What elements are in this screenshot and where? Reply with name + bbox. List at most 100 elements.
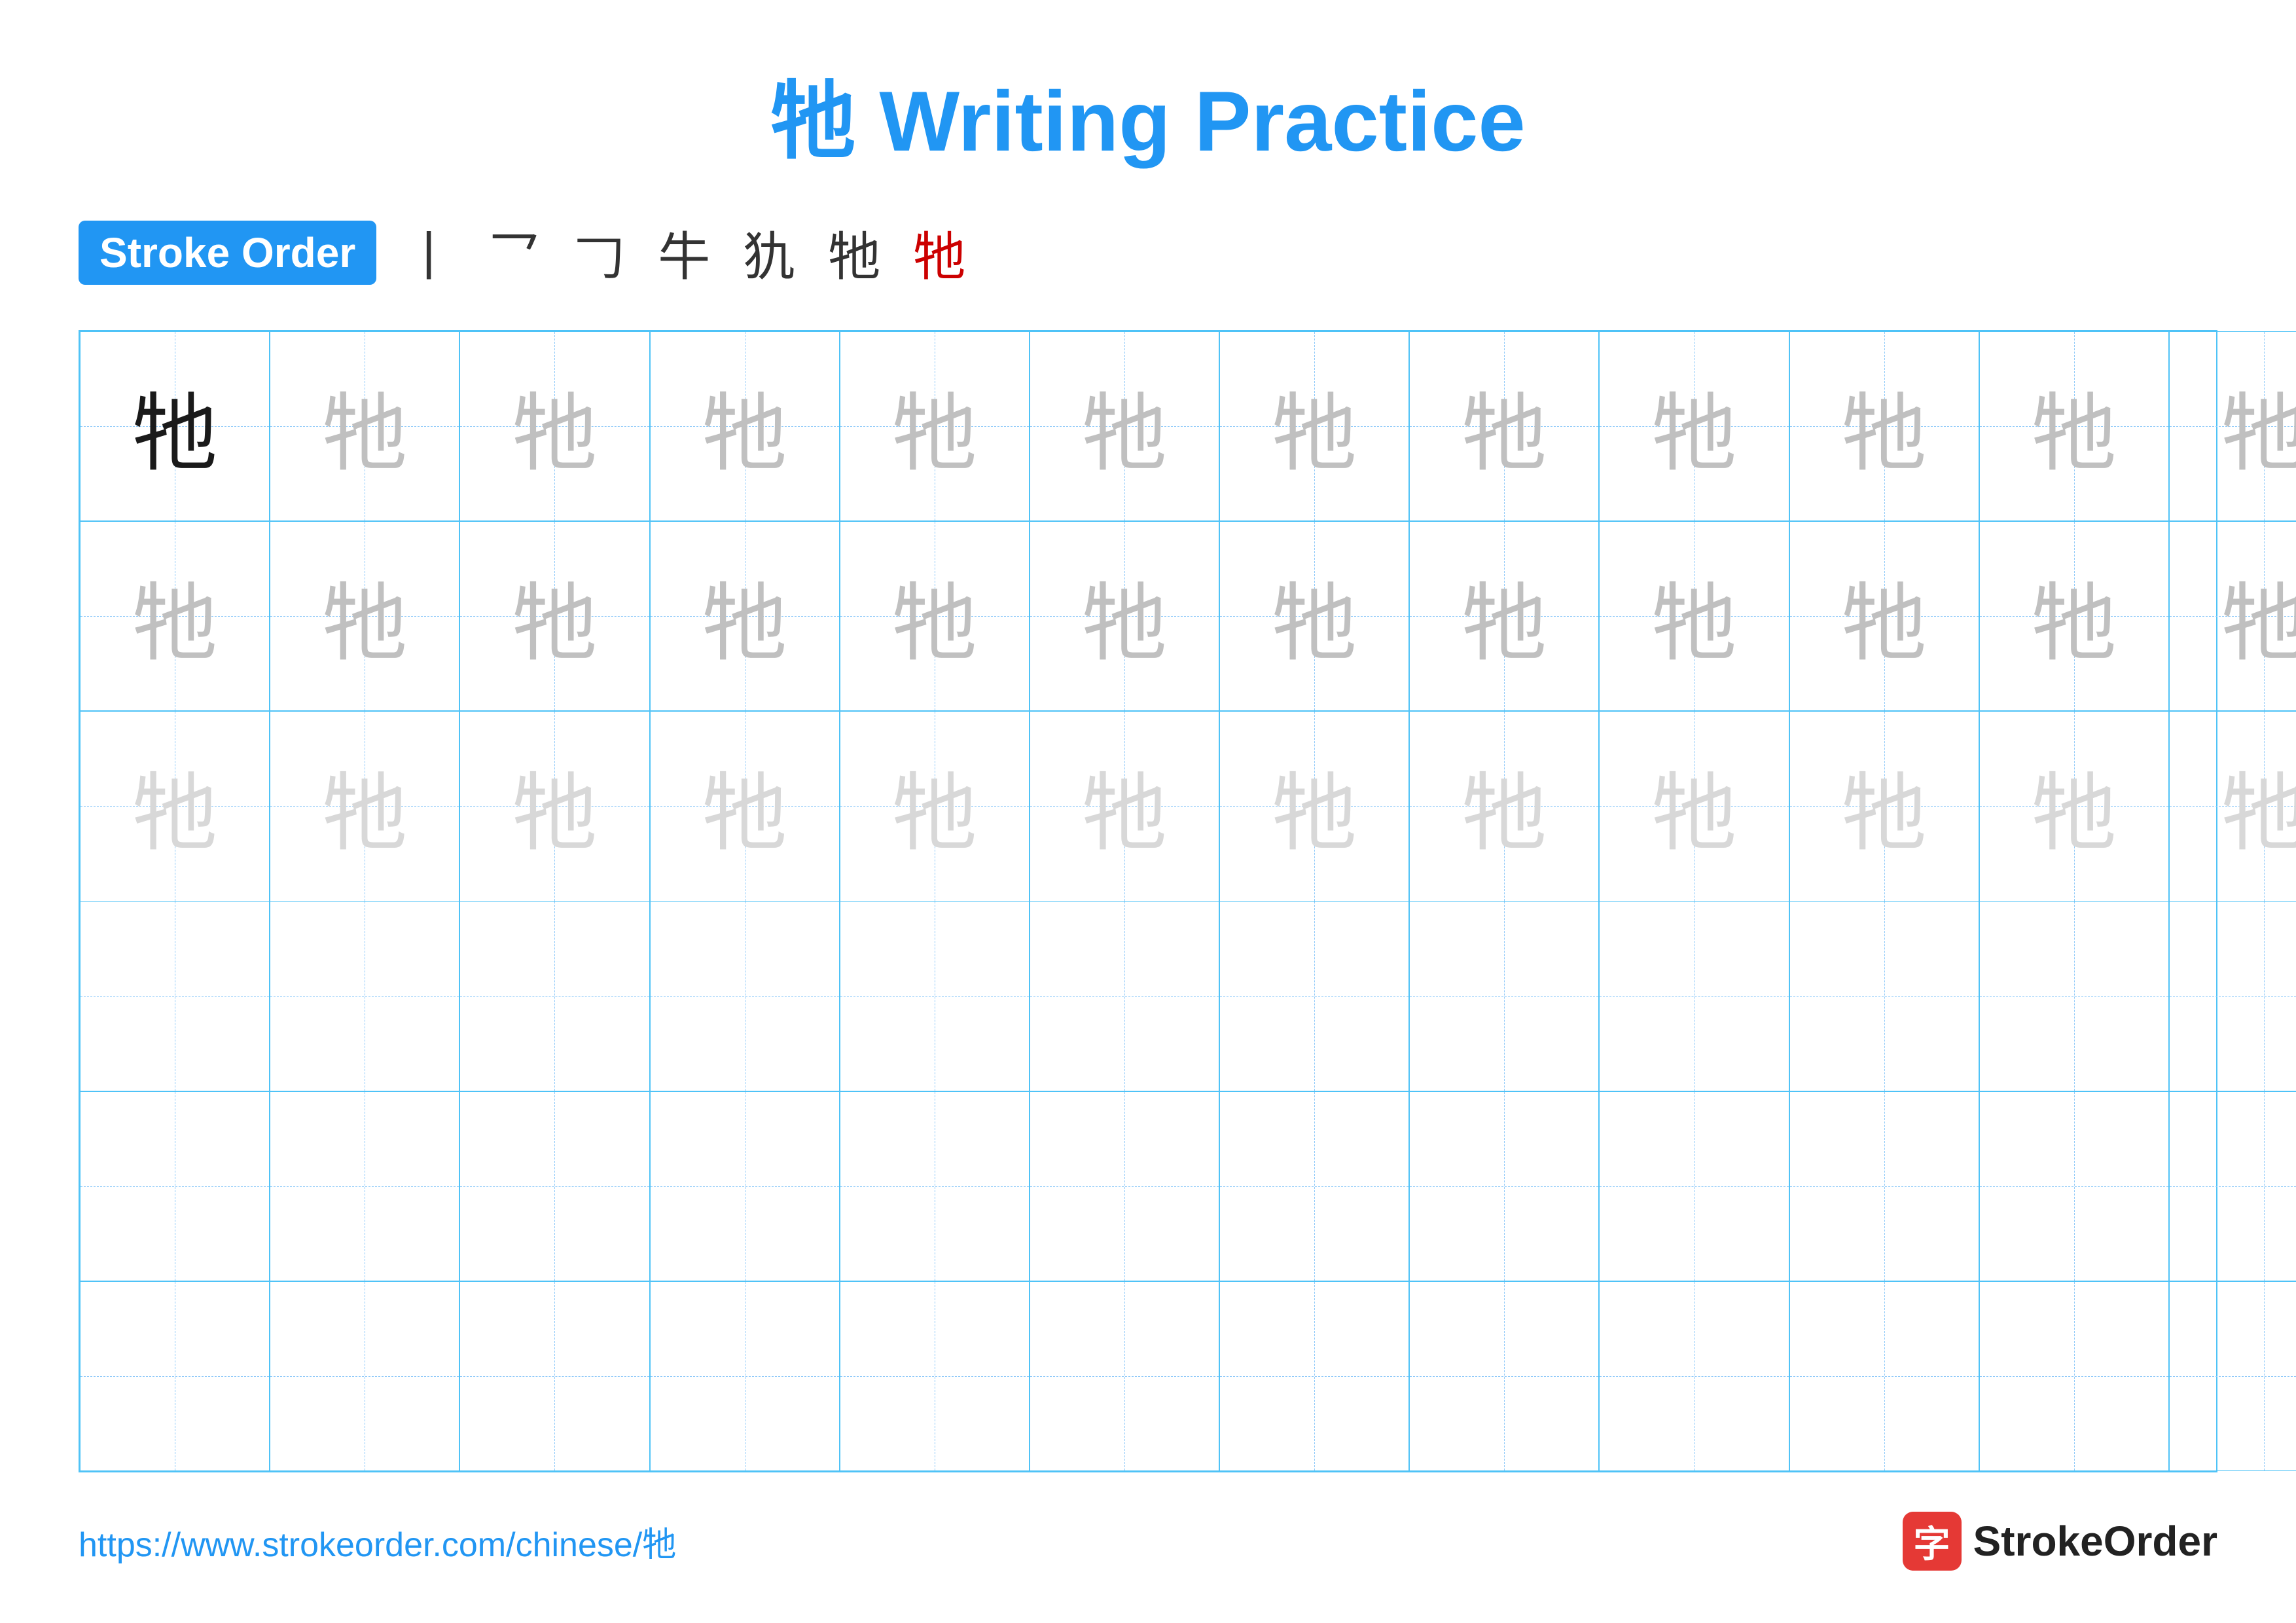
stroke-step-5: 犰 (743, 215, 795, 291)
cell-character: 牠 (1462, 744, 1547, 867)
cell-character: 牠 (2221, 744, 2296, 867)
page-title: 牠 Writing Practice (79, 52, 2217, 175)
grid-cell[interactable]: 牠 (80, 711, 270, 901)
grid-cell[interactable] (1789, 901, 1979, 1091)
grid-cell[interactable]: 牠 (650, 331, 840, 521)
cell-character: 牠 (1272, 555, 1357, 678)
grid-cell[interactable]: 牠 (1030, 521, 1219, 711)
grid-cell[interactable]: 牠 (270, 331, 459, 521)
cell-character: 牠 (2032, 555, 2117, 678)
grid-cell[interactable]: 牠 (2169, 521, 2296, 711)
stroke-step-1: 丨 (403, 215, 455, 291)
grid-cell[interactable] (2169, 1091, 2296, 1281)
grid-cell[interactable] (270, 901, 459, 1091)
grid-cell[interactable]: 牠 (1409, 521, 1599, 711)
grid-cell[interactable]: 牠 (1789, 521, 1979, 711)
grid-cell[interactable]: 牠 (1030, 331, 1219, 521)
grid-cell[interactable]: 牠 (1409, 331, 1599, 521)
grid-cell[interactable]: 牠 (1219, 331, 1409, 521)
cell-character: 牠 (1651, 365, 1736, 488)
grid-cell[interactable]: 牠 (459, 711, 649, 901)
grid-cell[interactable] (80, 901, 270, 1091)
grid-cell[interactable] (1979, 1281, 2169, 1471)
grid-cell[interactable]: 牠 (2169, 711, 2296, 901)
grid-cell[interactable]: 牠 (459, 331, 649, 521)
grid-cell[interactable] (2169, 901, 2296, 1091)
grid-cell[interactable] (1979, 901, 2169, 1091)
cell-character: 牠 (2221, 555, 2296, 678)
grid-cell[interactable]: 牠 (1409, 711, 1599, 901)
cell-character: 牠 (702, 555, 787, 678)
cell-character: 牠 (1462, 365, 1547, 488)
grid-cell[interactable] (1599, 1281, 1789, 1471)
grid-cell[interactable] (1030, 1281, 1219, 1471)
cell-character: 牠 (2032, 744, 2117, 867)
grid-cell[interactable] (1219, 1091, 1409, 1281)
grid-cell[interactable] (1789, 1281, 1979, 1471)
cell-character: 牠 (702, 744, 787, 867)
grid-cell[interactable] (270, 1281, 459, 1471)
grid-cell[interactable] (1219, 1281, 1409, 1471)
grid-cell[interactable] (80, 1281, 270, 1471)
grid-cell[interactable]: 牠 (1599, 521, 1789, 711)
grid-cell[interactable] (1409, 1091, 1599, 1281)
grid-cell[interactable]: 牠 (1789, 711, 1979, 901)
grid-cell[interactable] (1979, 1091, 2169, 1281)
grid-cell[interactable]: 牠 (1219, 711, 1409, 901)
grid-cell[interactable]: 牠 (650, 521, 840, 711)
grid-cell[interactable] (1599, 1091, 1789, 1281)
grid-cell[interactable]: 牠 (1789, 331, 1979, 521)
grid-cell[interactable] (270, 1091, 459, 1281)
cell-character: 牠 (1462, 555, 1547, 678)
stroke-steps: 丨 ⺂ 𠃌 牛 犰 牠 牠 (403, 215, 965, 291)
grid-cell[interactable] (1030, 901, 1219, 1091)
grid-cell[interactable] (1219, 901, 1409, 1091)
footer-url[interactable]: https://www.strokeorder.com/chinese/牠 (79, 1517, 676, 1566)
cell-character: 牠 (2221, 365, 2296, 488)
grid-cell[interactable]: 牠 (2169, 331, 2296, 521)
grid-cell[interactable]: 牠 (1030, 711, 1219, 901)
grid-cell[interactable] (80, 1091, 270, 1281)
grid-cell[interactable] (459, 1091, 649, 1281)
grid-cell[interactable] (1030, 1091, 1219, 1281)
grid-cell[interactable] (840, 901, 1030, 1091)
grid-cell[interactable]: 牠 (1219, 521, 1409, 711)
grid-cell[interactable]: 牠 (840, 331, 1030, 521)
cell-character: 牠 (702, 365, 787, 488)
grid-cell[interactable]: 牠 (1599, 331, 1789, 521)
grid-cell[interactable] (840, 1281, 1030, 1471)
grid-cell[interactable] (1789, 1091, 1979, 1281)
grid-cell[interactable] (2169, 1281, 2296, 1471)
cell-character: 牠 (1272, 744, 1357, 867)
grid-cell[interactable] (459, 1281, 649, 1471)
grid-cell[interactable]: 牠 (1979, 521, 2169, 711)
grid-cell[interactable] (459, 901, 649, 1091)
grid-cell[interactable] (1409, 901, 1599, 1091)
grid-cell[interactable]: 牠 (80, 521, 270, 711)
grid-cell[interactable] (650, 1281, 840, 1471)
footer-logo-text: StrokeOrder (1973, 1517, 2217, 1565)
grid-cell[interactable]: 牠 (459, 521, 649, 711)
cell-character: 牠 (132, 365, 217, 488)
grid-cell[interactable]: 牠 (1979, 711, 2169, 901)
grid-cell[interactable]: 牠 (1979, 331, 2169, 521)
grid-cell[interactable]: 牠 (1599, 711, 1789, 901)
grid-cell[interactable] (650, 901, 840, 1091)
grid-cell[interactable] (1409, 1281, 1599, 1471)
cell-character: 牠 (1651, 555, 1736, 678)
cell-character: 牠 (512, 744, 597, 867)
cell-character: 牠 (322, 555, 407, 678)
grid-cell[interactable] (840, 1091, 1030, 1281)
stroke-order-badge: Stroke Order (79, 221, 376, 285)
grid-cell[interactable] (650, 1091, 840, 1281)
grid-cell[interactable]: 牠 (270, 711, 459, 901)
grid-cell[interactable] (1599, 901, 1789, 1091)
grid-cell[interactable]: 牠 (80, 331, 270, 521)
cell-character: 牠 (1842, 744, 1927, 867)
grid-cell[interactable]: 牠 (840, 521, 1030, 711)
grid-cell[interactable]: 牠 (270, 521, 459, 711)
grid-cell[interactable]: 牠 (840, 711, 1030, 901)
stroke-step-4: 牛 (658, 215, 710, 291)
cell-character: 牠 (1082, 555, 1167, 678)
grid-cell[interactable]: 牠 (650, 711, 840, 901)
